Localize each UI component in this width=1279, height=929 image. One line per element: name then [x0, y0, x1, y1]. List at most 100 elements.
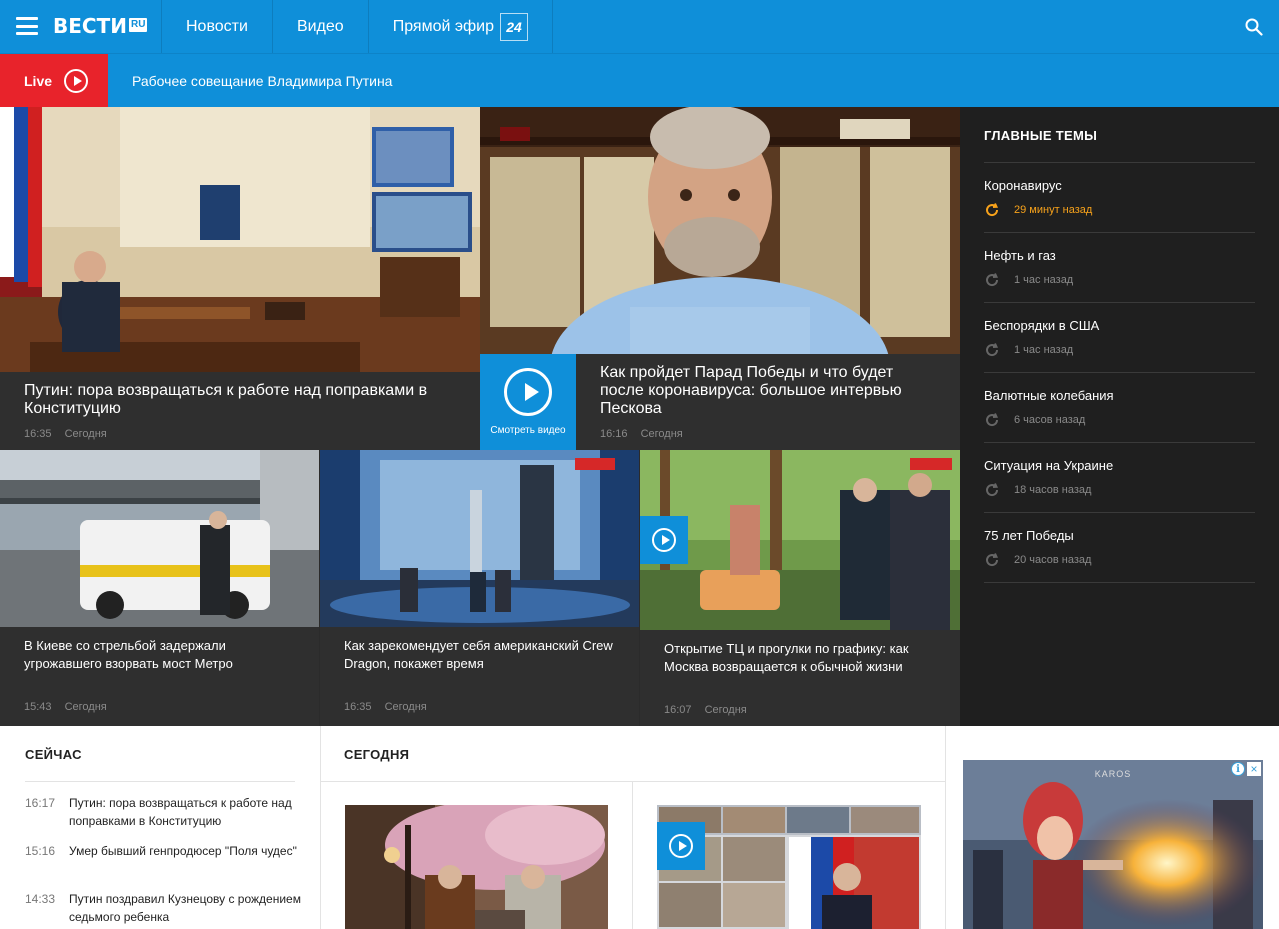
- logo-suffix: RU: [128, 18, 148, 32]
- main-topics-panel: ГЛАВНЫЕ ТЕМЫ Коронавирус 29 минут назад …: [960, 107, 1279, 726]
- main-topics-heading: ГЛАВНЫЕ ТЕМЫ: [984, 128, 1098, 143]
- site-logo[interactable]: ВЕСТИ RU: [53, 13, 148, 39]
- today-heading: СЕГОДНЯ: [344, 747, 410, 762]
- news-meta: 15:43 Сегодня: [24, 701, 107, 713]
- news-meta: 16:16 Сегодня: [600, 428, 683, 440]
- topic-name: Нефть и газ: [984, 248, 1056, 263]
- today-section: СЕГОДНЯ: [321, 726, 946, 929]
- nav-item-live-broadcast[interactable]: Прямой эфир 24: [369, 0, 554, 53]
- news-day: Сегодня: [384, 701, 427, 713]
- nav-item-label: Прямой эфир: [392, 17, 495, 35]
- play-icon: [504, 368, 552, 416]
- divider: [984, 582, 1255, 583]
- news-photo: [0, 450, 319, 627]
- divider: [984, 372, 1255, 373]
- now-feed-item[interactable]: 14:33 Путин поздравил Кузнецову с рожден…: [25, 890, 305, 926]
- topic-time-text: 29 минут назад: [1014, 204, 1093, 216]
- top-news-block: Путин: пора возвращаться к работе над по…: [0, 107, 1279, 726]
- news-meta: 16:35 Сегодня: [24, 428, 107, 440]
- news-time: 15:43: [24, 701, 52, 713]
- ad-close-icon[interactable]: ×: [1247, 762, 1261, 776]
- now-feed: СЕЙЧАС 16:17 Путин: пора возвращаться к …: [0, 726, 321, 929]
- featured-news-card[interactable]: Путин: пора возвращаться к работе над по…: [0, 107, 480, 450]
- news-day: Сегодня: [64, 428, 107, 440]
- topic-time: 1 час назад: [984, 342, 1255, 358]
- topic-name: 75 лет Победы: [984, 528, 1074, 543]
- main-nav: Новости Видео Прямой эфир 24: [162, 0, 554, 53]
- live-bar: Live Рабочее совещание Владимира Путина: [0, 53, 1279, 108]
- topic-name: Коронавирус: [984, 178, 1062, 193]
- watch-video-button[interactable]: Смотреть видео: [480, 354, 576, 450]
- news-card[interactable]: В Киеве со стрельбой задержали угрожавше…: [0, 450, 319, 726]
- news-photo: [320, 450, 639, 627]
- news-time: 16:07: [664, 704, 692, 716]
- topic-time: 18 часов назад: [984, 482, 1255, 498]
- refresh-icon: [986, 203, 999, 217]
- news-time: 16:35: [344, 701, 372, 713]
- topic-item[interactable]: Коронавирус 29 минут назад: [984, 178, 1255, 218]
- news-photo: [480, 107, 960, 354]
- today-news-photo[interactable]: [345, 805, 608, 929]
- live-stream-title[interactable]: Рабочее совещание Владимира Путина: [132, 54, 392, 108]
- topic-time-text: 20 часов назад: [1014, 554, 1092, 566]
- divider: [25, 781, 295, 782]
- refresh-icon: [986, 343, 999, 357]
- news-photo: [640, 450, 960, 630]
- topic-item[interactable]: 75 лет Победы 20 часов назад: [984, 528, 1255, 568]
- today-news-photo[interactable]: [657, 805, 921, 929]
- news-meta: 16:07 Сегодня: [664, 704, 747, 716]
- live-button[interactable]: Live: [0, 54, 108, 108]
- search-icon[interactable]: [1245, 18, 1263, 36]
- topic-item[interactable]: Ситуация на Украине 18 часов назад: [984, 458, 1255, 498]
- video-play-button[interactable]: [640, 516, 688, 564]
- news-title: Путин: пора возвращаться к работе над по…: [24, 382, 428, 417]
- topic-item[interactable]: Беспорядки в США 1 час назад: [984, 318, 1255, 358]
- divider: [984, 442, 1255, 443]
- news-card[interactable]: Как зарекомендует себя американский Crew…: [320, 450, 639, 726]
- divider: [984, 512, 1255, 513]
- nav-item-news[interactable]: Новости: [162, 0, 273, 53]
- topic-time: 6 часов назад: [984, 412, 1255, 428]
- now-item-text: Умер бывший генпродюсер "Поля чудес": [69, 844, 297, 858]
- topic-time: 29 минут назад: [984, 202, 1255, 218]
- video-play-button[interactable]: [657, 822, 705, 870]
- news-title: Как пройдет Парад Победы и что будет пос…: [600, 364, 902, 417]
- now-feed-item[interactable]: 16:17 Путин: пора возвращаться к работе …: [25, 794, 305, 830]
- play-icon: [64, 69, 89, 93]
- now-item-time: 16:17: [25, 796, 56, 810]
- divider: [984, 302, 1255, 303]
- ad-info-icon[interactable]: i: [1231, 762, 1245, 776]
- play-icon: [652, 528, 676, 552]
- news-card[interactable]: Открытие ТЦ и прогулки по графику: как М…: [640, 450, 960, 726]
- news-title: Как зарекомендует себя американский Crew…: [344, 638, 613, 671]
- refresh-icon: [986, 553, 999, 567]
- news-title: Открытие ТЦ и прогулки по графику: как М…: [664, 641, 909, 674]
- nav-item-video[interactable]: Видео: [273, 0, 369, 53]
- now-feed-item[interactable]: 15:16 Умер бывший генпродюсер "Поля чуде…: [25, 842, 305, 860]
- topic-time-text: 6 часов назад: [1014, 414, 1086, 426]
- logo-text: ВЕСТИ: [53, 14, 127, 38]
- now-item-time: 15:16: [25, 844, 56, 858]
- news-meta: 16:35 Сегодня: [344, 701, 427, 713]
- live-label: Live: [24, 73, 53, 89]
- divider: [321, 781, 946, 782]
- divider: [984, 232, 1255, 233]
- topic-name: Беспорядки в США: [984, 318, 1100, 333]
- topic-name: Ситуация на Украине: [984, 458, 1114, 473]
- ad-brand: KAROS: [1094, 769, 1132, 779]
- advertisement-banner[interactable]: KAROS i ×: [963, 760, 1263, 929]
- news-day: Сегодня: [640, 428, 683, 440]
- news-title: В Киеве со стрельбой задержали угрожавше…: [24, 638, 233, 671]
- topic-item[interactable]: Нефть и газ 1 час назад: [984, 248, 1255, 288]
- nav-item-label: Видео: [296, 17, 344, 35]
- topic-item[interactable]: Валютные колебания 6 часов назад: [984, 388, 1255, 428]
- now-item-time: 14:33: [25, 892, 56, 906]
- divider: [984, 162, 1255, 163]
- top-header: ВЕСТИ RU Новости Видео Прямой эфир 24: [0, 0, 1279, 53]
- menu-icon[interactable]: [16, 17, 38, 35]
- news-time: 16:16: [600, 428, 628, 440]
- watch-video-label: Смотреть видео: [490, 425, 566, 436]
- topic-time-text: 1 час назад: [1014, 274, 1074, 286]
- now-heading: СЕЙЧАС: [25, 747, 82, 762]
- play-icon: [669, 834, 693, 858]
